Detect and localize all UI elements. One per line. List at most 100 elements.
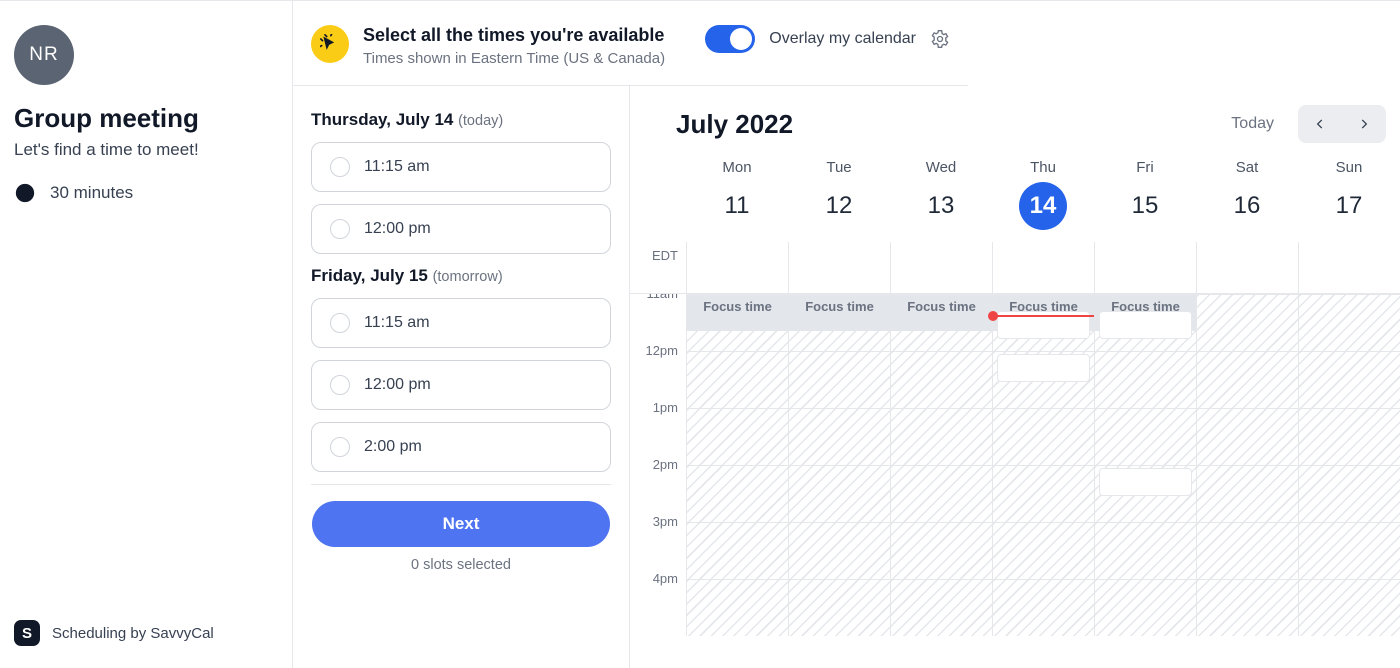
calendar-cell[interactable] [1298,351,1400,408]
weekday-column[interactable]: Sun17 [1298,159,1400,230]
hour-label: 4pm [630,571,686,628]
clock-icon [14,182,36,204]
calendar-cell[interactable] [788,522,890,579]
calendar-month: July 2022 [676,109,793,140]
slot-radio[interactable] [330,437,350,457]
next-week-button[interactable] [1342,105,1386,143]
hero-subtitle: Times shown in Eastern Time (US & Canada… [363,50,665,67]
calendar-cell[interactable]: Focus time [890,294,992,351]
weekday-column[interactable]: Fri15 [1094,159,1196,230]
calendar-cell[interactable] [890,579,992,636]
weekday-column[interactable]: Wed13 [890,159,992,230]
calendar-cell[interactable] [1094,522,1196,579]
calendar-cell[interactable] [992,465,1094,522]
calendar-cell[interactable] [686,465,788,522]
calendar-cell[interactable] [686,408,788,465]
calendar-cell[interactable] [788,579,890,636]
calendar-cell[interactable] [1196,294,1298,351]
slot-label: 11:15 am [364,314,430,332]
calendar-cell[interactable] [890,351,992,408]
overlay-toggle[interactable] [705,25,755,53]
calendar-cell[interactable] [1196,522,1298,579]
calendar-cell[interactable]: Focus time [992,294,1094,351]
open-slot[interactable] [1099,311,1192,339]
calendar-cell[interactable] [890,408,992,465]
calendar-cell[interactable] [788,351,890,408]
calendar-panel: July 2022 Today Mon11Tue12Wed13Thu14Fri1… [630,1,1400,668]
slot-day-heading: Thursday, July 14 (today) [311,110,611,130]
calendar-cell[interactable] [1298,522,1400,579]
hour-label: 11am [630,294,686,343]
brand-icon: S [14,620,40,646]
calendar-cell[interactable] [1298,294,1400,351]
calendar-cell[interactable] [890,522,992,579]
focus-time-block: Focus time [687,295,788,331]
calendar-cell[interactable] [992,408,1094,465]
calendar-cell[interactable] [1196,465,1298,522]
time-slot[interactable]: 12:00 pm [311,204,611,254]
overlay-toggle-label: Overlay my calendar [769,30,916,48]
focus-time-block: Focus time [891,295,992,331]
time-slot[interactable]: 11:15 am [311,298,611,348]
selected-count: 0 slots selected [311,557,611,573]
slot-radio[interactable] [330,219,350,239]
time-slot[interactable]: 2:00 pm [311,422,611,472]
avatar: NR [14,25,74,85]
hero-bar: Select all the times you're available Ti… [293,1,968,86]
gear-icon[interactable] [930,29,950,49]
slot-label: 12:00 pm [364,220,431,238]
hour-label: 1pm [630,400,686,457]
calendar-cell[interactable]: Focus time [1094,294,1196,351]
timezone-label: EDT [630,242,686,293]
next-button[interactable]: Next [312,501,610,547]
hour-label: 12pm [630,343,686,400]
weekday-column[interactable]: Mon11 [686,159,788,230]
open-slot[interactable] [1099,468,1192,496]
calendar-cell[interactable] [1094,579,1196,636]
calendar-cell[interactable] [788,465,890,522]
hour-label: 3pm [630,514,686,571]
calendar-cell[interactable] [1196,579,1298,636]
brand-label: Scheduling by SavvyCal [52,625,214,642]
calendar-cell[interactable] [1094,465,1196,522]
calendar-cell[interactable]: Focus time [686,294,788,351]
calendar-cell[interactable] [890,465,992,522]
weekday-column[interactable]: Tue12 [788,159,890,230]
calendar-cell[interactable] [1298,579,1400,636]
weekday-column[interactable]: Sat16 [1196,159,1298,230]
calendar-cell[interactable] [1196,408,1298,465]
calendar-cell[interactable] [1094,351,1196,408]
calendar-cell[interactable] [1094,408,1196,465]
slot-radio[interactable] [330,375,350,395]
calendar-cell[interactable]: Focus time [788,294,890,351]
calendar-cell[interactable] [686,351,788,408]
slot-radio[interactable] [330,157,350,177]
click-icon [311,25,349,63]
calendar-cell[interactable] [992,579,1094,636]
slot-day-heading: Friday, July 15 (tomorrow) [311,266,611,286]
today-button[interactable]: Today [1225,114,1280,134]
event-title: Group meeting [14,103,272,134]
hero-title: Select all the times you're available [363,25,665,46]
slot-radio[interactable] [330,313,350,333]
calendar-cell[interactable] [686,522,788,579]
time-slot[interactable]: 11:15 am [311,142,611,192]
calendar-cell[interactable] [1298,408,1400,465]
event-description: Let's find a time to meet! [14,140,272,160]
open-slot[interactable] [997,354,1090,382]
prev-week-button[interactable] [1298,105,1342,143]
calendar-cell[interactable] [686,579,788,636]
calendar-cell[interactable] [1298,465,1400,522]
weekday-column[interactable]: Thu14 [992,159,1094,230]
calendar-cell[interactable] [1196,351,1298,408]
calendar-cell[interactable] [992,522,1094,579]
calendar-cell[interactable] [788,408,890,465]
slot-label: 11:15 am [364,158,430,176]
calendar-cell[interactable] [992,351,1094,408]
brand-footer[interactable]: S Scheduling by SavvyCal [14,620,272,646]
slot-label: 12:00 pm [364,376,431,394]
summary-panel: NR Group meeting Let's find a time to me… [0,1,292,668]
time-slot[interactable]: 12:00 pm [311,360,611,410]
focus-time-block: Focus time [789,295,890,331]
duration-label: 30 minutes [50,183,133,203]
